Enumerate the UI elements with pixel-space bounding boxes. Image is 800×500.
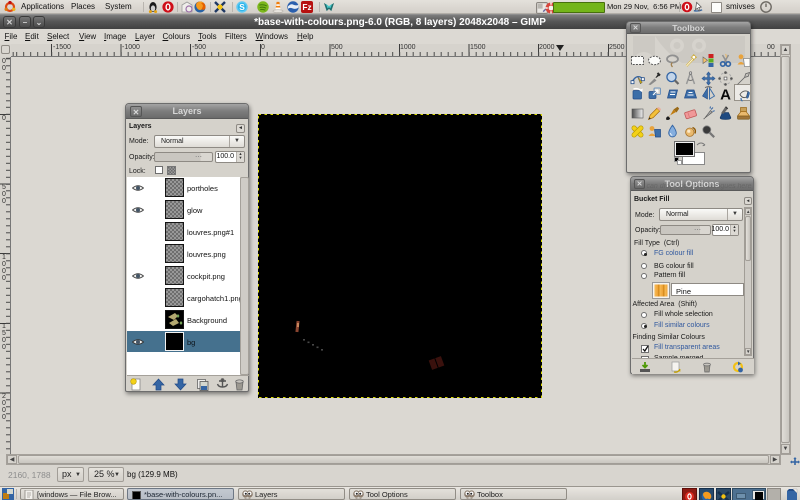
- svg-text:A: A: [720, 87, 731, 102]
- svg-text:Fz: Fz: [302, 2, 311, 12]
- svg-text:S: S: [239, 2, 245, 12]
